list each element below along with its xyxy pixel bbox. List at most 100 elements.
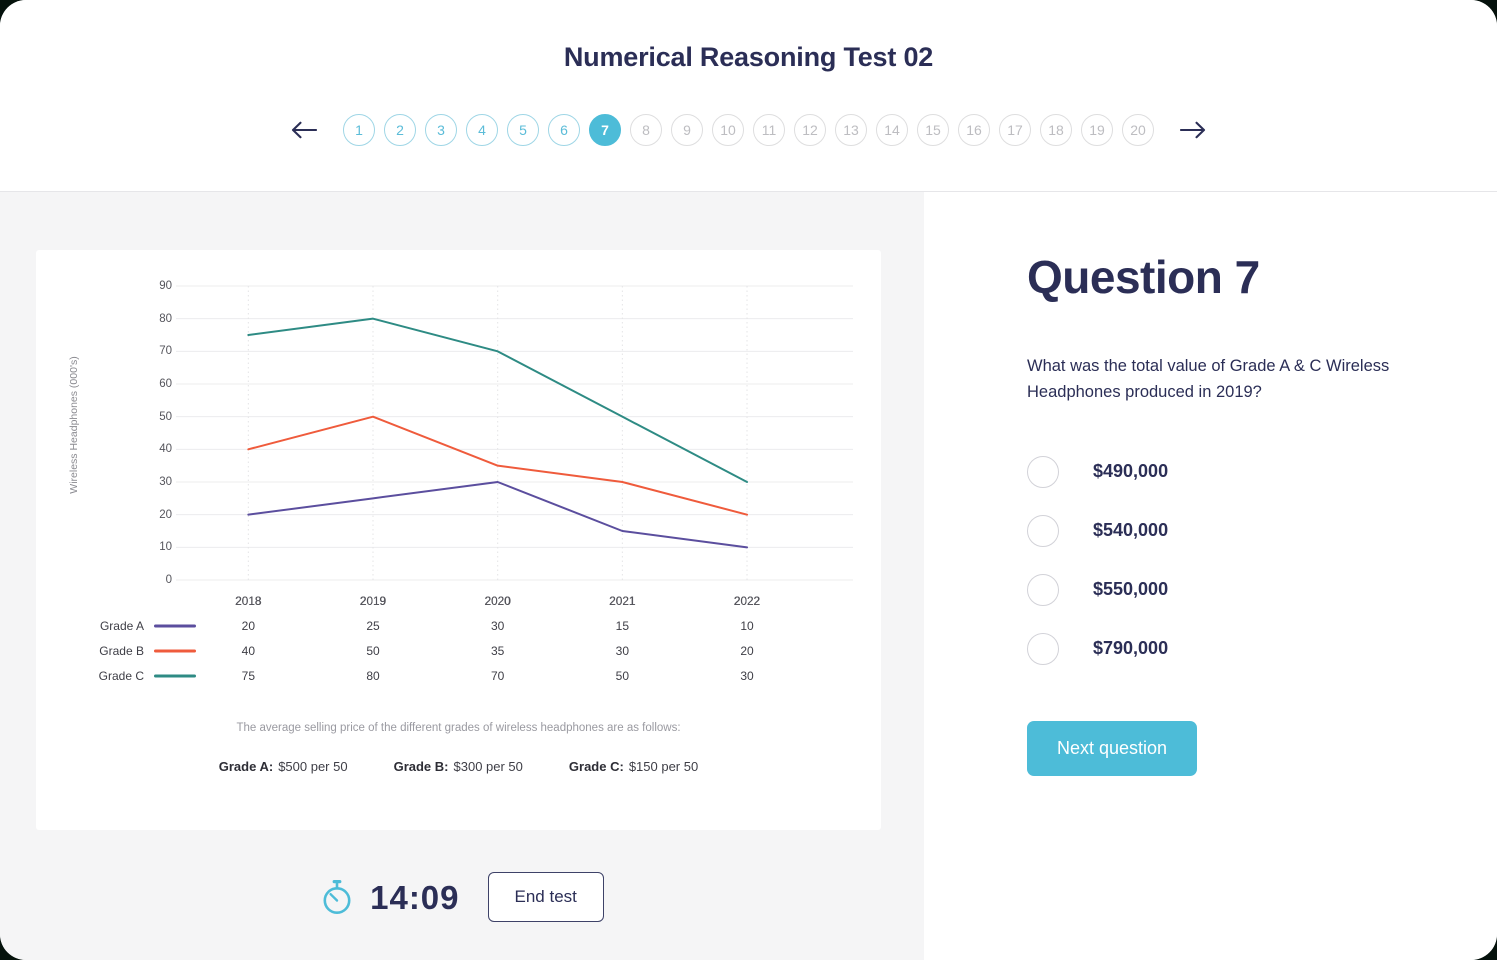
answer-radio[interactable] bbox=[1027, 633, 1059, 665]
chart-card: Wireless Headphones (000's) 0 10 20 30 40 50 6… bbox=[36, 250, 881, 830]
question-dot-8[interactable]: 8 bbox=[630, 114, 662, 146]
chart-footnote: The average selling price of the differe… bbox=[36, 722, 881, 774]
question-heading: Question 7 bbox=[1027, 250, 1260, 304]
table-cell: 10 bbox=[702, 619, 792, 633]
y-tick-70: 70 bbox=[134, 345, 172, 357]
question-dot-20[interactable]: 20 bbox=[1122, 114, 1154, 146]
y-tick-10: 10 bbox=[134, 541, 172, 553]
answer-radio[interactable] bbox=[1027, 515, 1059, 547]
price-item: Grade C: $150 per 50 bbox=[569, 759, 698, 774]
y-tick-20: 20 bbox=[134, 509, 172, 521]
table-cell: 30 bbox=[702, 669, 792, 683]
y-tick-40: 40 bbox=[134, 443, 172, 455]
answer-radio[interactable] bbox=[1027, 456, 1059, 488]
answer-option[interactable]: $790,000 bbox=[1027, 619, 1427, 678]
answer-label: $490,000 bbox=[1093, 461, 1168, 482]
price-value: $300 per 50 bbox=[454, 759, 523, 774]
table-cell: 20 bbox=[702, 644, 792, 658]
table-header-2019: 2019 bbox=[328, 594, 418, 608]
table-cell: 35 bbox=[453, 644, 543, 658]
table-cell: 70 bbox=[453, 669, 543, 683]
answer-label: $550,000 bbox=[1093, 579, 1168, 600]
line-chart: Wireless Headphones (000's) 0 10 20 30 40 50 6… bbox=[36, 250, 881, 600]
stopwatch-icon bbox=[320, 879, 354, 915]
answer-label: $540,000 bbox=[1093, 520, 1168, 541]
table-row: Grade C7580705030 bbox=[36, 663, 881, 688]
question-dot-12[interactable]: 12 bbox=[794, 114, 826, 146]
table-row: Grade B4050353020 bbox=[36, 638, 881, 663]
table-header-2020: 2020 bbox=[453, 594, 543, 608]
question-dot-5[interactable]: 5 bbox=[507, 114, 539, 146]
question-dot-14[interactable]: 14 bbox=[876, 114, 908, 146]
price-item: Grade A: $500 per 50 bbox=[219, 759, 348, 774]
question-dot-6[interactable]: 6 bbox=[548, 114, 580, 146]
answer-option[interactable]: $490,000 bbox=[1027, 442, 1427, 501]
question-panel: Question 7 What was the total value of G… bbox=[924, 192, 1497, 960]
series-label: Grade C bbox=[54, 669, 144, 683]
question-dot-13[interactable]: 13 bbox=[835, 114, 867, 146]
answer-label: $790,000 bbox=[1093, 638, 1168, 659]
end-test-button[interactable]: End test bbox=[488, 872, 604, 922]
question-dot-19[interactable]: 19 bbox=[1081, 114, 1113, 146]
table-cell: 50 bbox=[577, 669, 667, 683]
timer-bar: 14:09 End test bbox=[0, 862, 924, 932]
price-list: Grade A:$500 per 50Grade B:$300 per 50Gr… bbox=[36, 759, 881, 774]
price-grade: Grade B: bbox=[394, 759, 449, 774]
y-tick-50: 50 bbox=[134, 411, 172, 423]
answer-options: $490,000 $540,000 $550,000 $790,000 bbox=[1027, 442, 1427, 678]
price-value: $150 per 50 bbox=[629, 759, 698, 774]
y-tick-0: 0 bbox=[134, 574, 172, 586]
question-dot-15[interactable]: 15 bbox=[917, 114, 949, 146]
stimulus-panel: Wireless Headphones (000's) 0 10 20 30 40 50 6… bbox=[0, 192, 924, 960]
next-question-button[interactable]: Next question bbox=[1027, 721, 1197, 776]
footnote-intro: The average selling price of the differe… bbox=[36, 722, 881, 734]
y-tick-90: 90 bbox=[134, 280, 172, 292]
page-header: Numerical Reasoning Test 02 123456789101… bbox=[0, 0, 1497, 192]
question-dot-17[interactable]: 17 bbox=[999, 114, 1031, 146]
table-cell: 30 bbox=[453, 619, 543, 633]
table-header-2021: 2021 bbox=[577, 594, 667, 608]
series-color-swatch bbox=[154, 674, 196, 677]
y-tick-60: 60 bbox=[134, 378, 172, 390]
table-cell: 25 bbox=[328, 619, 418, 633]
question-dot-4[interactable]: 4 bbox=[466, 114, 498, 146]
answer-option[interactable]: $550,000 bbox=[1027, 560, 1427, 619]
y-tick-80: 80 bbox=[134, 313, 172, 325]
table-cell: 30 bbox=[577, 644, 667, 658]
question-text: What was the total value of Grade A & C … bbox=[1027, 354, 1397, 405]
y-axis-title: Wireless Headphones (000's) bbox=[68, 356, 80, 493]
answer-radio[interactable] bbox=[1027, 574, 1059, 606]
series-color-swatch bbox=[154, 624, 196, 627]
question-navigation: 1234567891011121314151617181920 bbox=[0, 108, 1497, 152]
question-dot-2[interactable]: 2 bbox=[384, 114, 416, 146]
series-label: Grade A bbox=[54, 619, 144, 633]
question-dot-10[interactable]: 10 bbox=[712, 114, 744, 146]
table-row: Grade A 20 25 30 15 10 bbox=[36, 613, 881, 638]
answer-option[interactable]: $540,000 bbox=[1027, 501, 1427, 560]
question-dot-18[interactable]: 18 bbox=[1040, 114, 1072, 146]
page-title: Numerical Reasoning Test 02 bbox=[0, 42, 1497, 73]
question-dot-list: 1234567891011121314151617181920 bbox=[343, 114, 1154, 146]
table-cell: 15 bbox=[577, 619, 667, 633]
question-dot-16[interactable]: 16 bbox=[958, 114, 990, 146]
series-label: Grade B bbox=[54, 644, 144, 658]
table-header-2022: 2022 bbox=[702, 594, 792, 608]
price-grade: Grade C: bbox=[569, 759, 624, 774]
table-cell: 20 bbox=[203, 619, 293, 633]
question-dot-3[interactable]: 3 bbox=[425, 114, 457, 146]
question-dot-7[interactable]: 7 bbox=[589, 114, 621, 146]
price-grade: Grade A: bbox=[219, 759, 273, 774]
arrow-left-icon[interactable] bbox=[287, 113, 321, 147]
timer-value: 14:09 bbox=[370, 881, 459, 914]
price-value: $500 per 50 bbox=[278, 759, 347, 774]
y-tick-30: 30 bbox=[134, 476, 172, 488]
question-dot-1[interactable]: 1 bbox=[343, 114, 375, 146]
question-dot-9[interactable]: 9 bbox=[671, 114, 703, 146]
question-dot-11[interactable]: 11 bbox=[753, 114, 785, 146]
series-color-swatch bbox=[154, 649, 196, 652]
chart-data-table: 20182019202020212022Grade A2025301510Gra… bbox=[36, 588, 881, 688]
table-header-row: 20182019202020212022 bbox=[36, 588, 881, 613]
price-item: Grade B: $300 per 50 bbox=[394, 759, 523, 774]
test-page: Numerical Reasoning Test 02 123456789101… bbox=[0, 0, 1497, 960]
arrow-right-icon[interactable] bbox=[1176, 113, 1210, 147]
